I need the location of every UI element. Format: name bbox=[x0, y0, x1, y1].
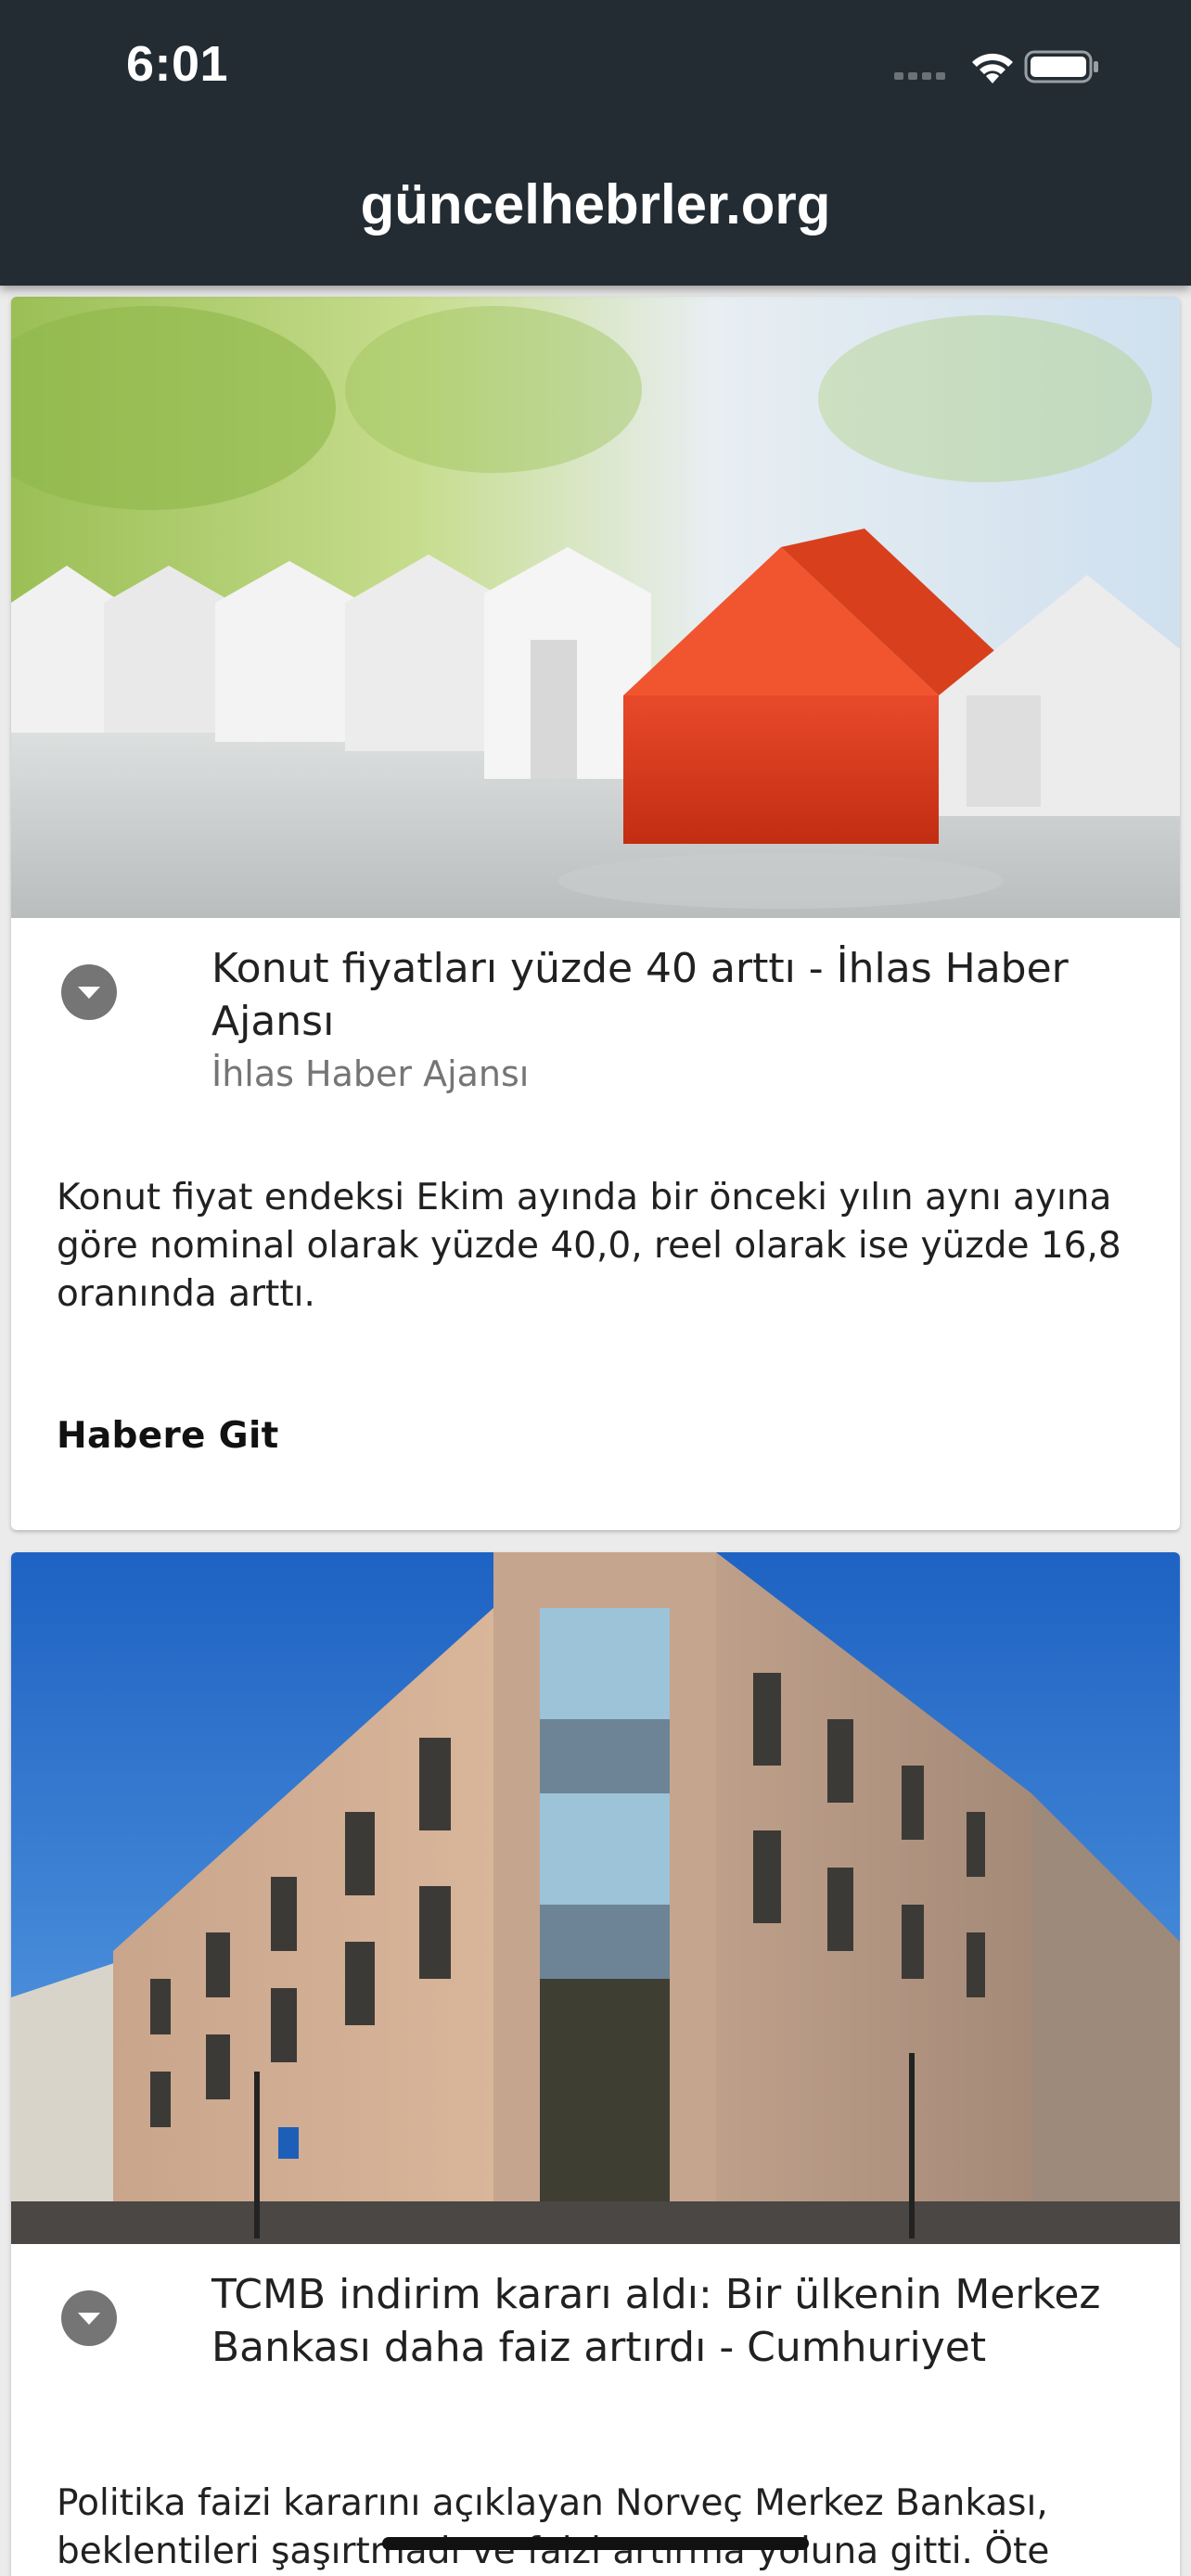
card-title[interactable]: Konut fiyatları yüzde 40 arttı - İhlas H… bbox=[211, 942, 1148, 1048]
news-image-houses[interactable] bbox=[11, 297, 1180, 918]
app-bar: 6:01 güncelhebrler.org bbox=[0, 0, 1191, 286]
expand-more-icon[interactable] bbox=[61, 2290, 117, 2346]
card-source: İhlas Haber Ajansı bbox=[211, 1053, 530, 1094]
go-to-article-button[interactable]: Habere Git bbox=[57, 1415, 279, 1457]
home-indicator[interactable] bbox=[382, 2537, 809, 2550]
news-card: TCMB indirim kararı aldı: Bir ülkenin Me… bbox=[11, 1552, 1180, 2576]
news-card: Konut fiyatları yüzde 40 arttı - İhlas H… bbox=[11, 297, 1180, 1530]
battery-icon bbox=[1024, 50, 1098, 83]
card-description: Konut fiyat endeksi Ekim ayında bir önce… bbox=[57, 1177, 1121, 1315]
card-header: Konut fiyatları yüzde 40 arttı - İhlas H… bbox=[11, 918, 1180, 1131]
cellular-signal-icon bbox=[894, 72, 945, 80]
news-image-bank-building[interactable] bbox=[11, 1552, 1180, 2244]
expand-more-icon[interactable] bbox=[61, 964, 117, 1020]
card-description: Politika faizi kararını açıklayan Norveç… bbox=[57, 2482, 1050, 2572]
app-title: güncelhebrler.org bbox=[360, 173, 831, 236]
news-feed[interactable]: Konut fiyatları yüzde 40 arttı - İhlas H… bbox=[0, 286, 1191, 2576]
wifi-icon bbox=[972, 53, 1013, 83]
status-time: 6:01 bbox=[126, 36, 229, 92]
card-title[interactable]: TCMB indirim kararı aldı: Bir ülkenin Me… bbox=[211, 2268, 1148, 2374]
status-icons bbox=[894, 48, 1117, 85]
card-header: TCMB indirim kararı aldı: Bir ülkenin Me… bbox=[11, 2244, 1180, 2457]
